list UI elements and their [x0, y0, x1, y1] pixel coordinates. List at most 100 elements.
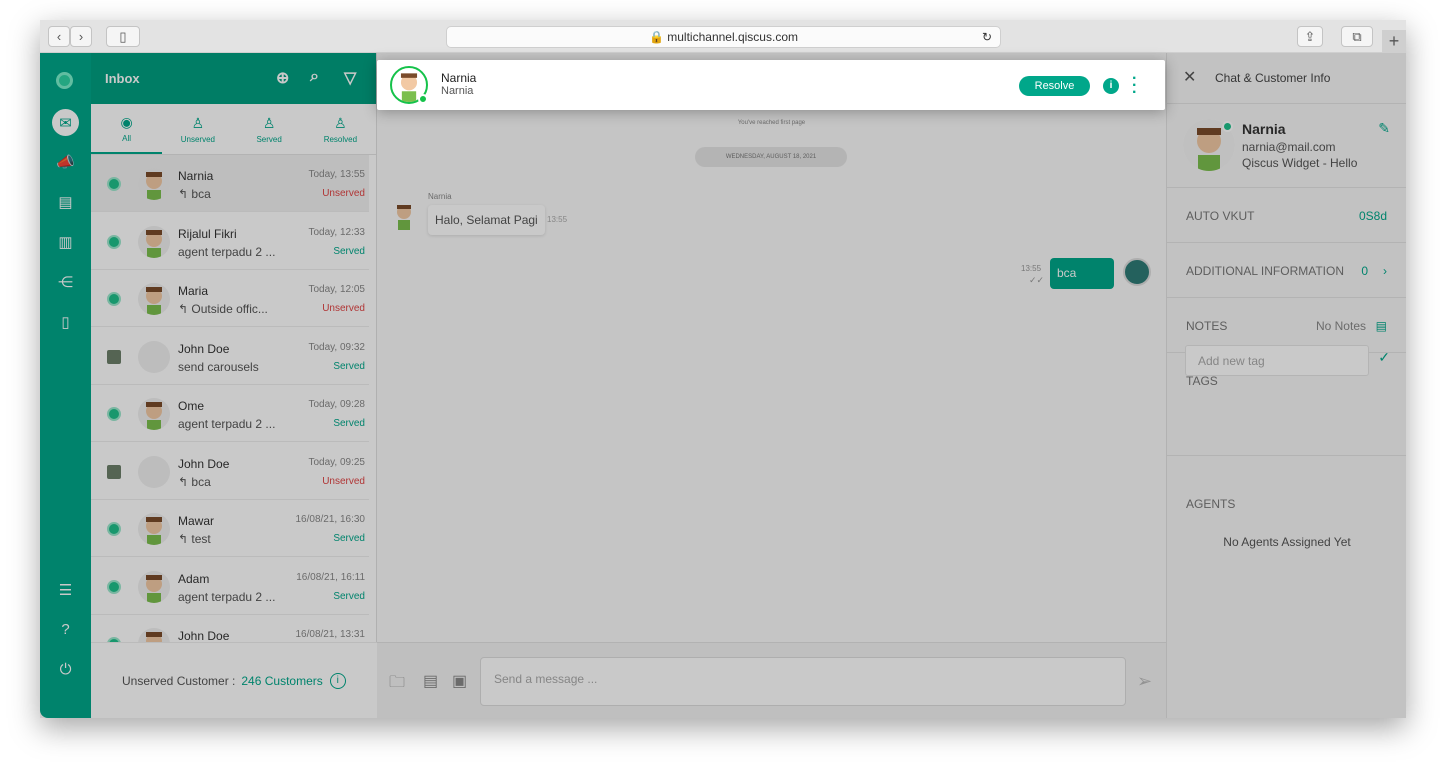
row-status: Served [333, 245, 365, 257]
row-status: Served [333, 590, 365, 602]
conversation-row[interactable]: John Doe send carousels Today, 09:32 Ser… [91, 328, 369, 385]
message-input[interactable]: Send a message ... [480, 657, 1126, 706]
row-name: Maria [178, 284, 209, 298]
conversation-row[interactable]: Maria ↰ Outside offic... Today, 12:05 Un… [91, 270, 369, 327]
conversation-row[interactable]: Rijalul Fikri agent terpadu 2 ... Today,… [91, 213, 369, 270]
channel-icon [107, 464, 121, 479]
more-options-icon[interactable]: · · · [1132, 71, 1137, 101]
row-time: 16/08/21, 16:30 [295, 514, 365, 525]
double-check-icon: ✓✓ [1029, 275, 1045, 285]
reply-icon: ↰ [178, 187, 192, 201]
inbox-title: Inbox [105, 71, 140, 86]
url-text: multichannel.qiscus.com [667, 30, 798, 44]
chat-panel: You've reached first page WEDNESDAY, AUG… [377, 53, 1166, 718]
preview-text: agent terpadu 2 ... [178, 244, 276, 259]
broadcast-nav-icon[interactable]: 📣 [52, 148, 79, 175]
tab-all[interactable]: ◉ All [91, 104, 163, 154]
tab-resolved[interactable]: ♙ Resolved [305, 104, 376, 154]
reply-icon: ↰ [178, 532, 192, 546]
send-icon[interactable]: ➢ [1137, 671, 1152, 692]
additional-info-section[interactable]: ADDITIONAL INFORMATION 0 › [1167, 243, 1406, 298]
auto-vkut-value[interactable]: 0S8d [1359, 209, 1387, 223]
inbox-header: Inbox ⊕ ⌕ ▽ [91, 53, 376, 104]
conversation-row[interactable]: Ome agent terpadu 2 ... Today, 09:28 Ser… [91, 385, 369, 442]
preview-text: agent terpadu 2 ... [178, 417, 276, 431]
conversation-row[interactable]: Narnia ↰ bca Today, 13:55 Unserved [91, 155, 369, 212]
search-icon[interactable]: ⌕ [310, 68, 319, 86]
channel-icon [107, 579, 121, 594]
address-bar[interactable]: 🔒 multichannel.qiscus.com ↻ [446, 26, 1001, 48]
info-icon[interactable]: i [329, 672, 346, 689]
agent-search-icon[interactable]: ⊕ [276, 68, 289, 88]
channel-icon [107, 407, 121, 421]
integration-nav-icon[interactable]: ⋲ [52, 268, 79, 295]
analytics-nav-icon[interactable]: ▥ [52, 228, 79, 255]
avatar [138, 225, 170, 258]
preview-text: bca [191, 187, 211, 201]
tabs-button[interactable]: ⧉ [1341, 26, 1373, 47]
row-name: John Doe [178, 341, 230, 356]
reload-icon[interactable]: ↻ [982, 27, 992, 48]
tab-served[interactable]: ♙ Served [234, 104, 305, 154]
user-alert-icon: ♙ [191, 114, 205, 131]
conversation-row[interactable]: John Doe ↰ bca Today, 09:25 Unserved [91, 443, 369, 500]
chevron-right-icon[interactable]: › [1383, 264, 1387, 278]
avatar [138, 398, 170, 430]
tag-input[interactable]: Add new tag [1185, 345, 1369, 376]
row-preview: ↰ Outside offic... [178, 302, 288, 316]
agents-value: No Agents Assigned Yet [1223, 535, 1351, 549]
incoming-message[interactable]: Halo, Selamat Pagi [428, 205, 545, 235]
folder-icon[interactable]: 🗀 [389, 671, 405, 698]
channel-icon [107, 292, 121, 306]
info-icon[interactable]: i [1103, 78, 1119, 94]
conversation-list: Inbox ⊕ ⌕ ▽ ◉ All ♙ Unserved ♙ Served ♙ Reso… [91, 53, 377, 718]
check-icon[interactable]: ✓ [1378, 349, 1390, 366]
conversation-row[interactable]: Adam agent terpadu 2 ... 16/08/21, 16:11… [91, 558, 369, 615]
notes-label: NOTES [1186, 319, 1228, 333]
filter-icon[interactable]: ▽ [344, 68, 356, 88]
avatar [138, 283, 170, 315]
sidebar-toggle-button[interactable]: ▯ [106, 26, 140, 47]
notes-icon[interactable]: ▤ [1376, 319, 1387, 333]
row-preview: ↰ bca [178, 187, 288, 201]
edit-icon[interactable]: ✎ [1378, 120, 1390, 137]
channel-icon [107, 177, 121, 191]
notes-value: No Notes [1315, 319, 1366, 333]
auto-vkut-label: AUTO VKUT [1186, 209, 1255, 223]
tab-label: Resolved [323, 134, 358, 144]
forward-button[interactable]: › [70, 26, 92, 47]
customer-avatar [397, 205, 411, 230]
browser-toolbar: ‹ › ▯ 🔒 multichannel.qiscus.com ↻ ⇪ ⧉ + [40, 20, 1406, 53]
settings-nav-icon[interactable]: ☰ [52, 576, 79, 603]
template-icon[interactable]: ▤ [423, 671, 438, 691]
agent-avatar [1123, 258, 1151, 286]
power-nav-icon[interactable]: ⏻ [52, 656, 79, 683]
row-name: John Doe [178, 629, 230, 643]
outgoing-message[interactable]: bca [1050, 258, 1114, 289]
resolve-button[interactable]: Resolve [1019, 76, 1090, 96]
avatar [138, 570, 170, 603]
inbox-nav-icon[interactable]: ✉ [52, 109, 79, 136]
unserved-count[interactable]: 246 Customers [241, 674, 322, 688]
share-button[interactable]: ⇪ [1297, 26, 1323, 47]
conversation-row[interactable]: Mawar ↰ test 16/08/21, 16:30 Served [91, 500, 369, 557]
back-button[interactable]: ‹ [48, 26, 70, 47]
row-time: Today, 09:28 [308, 399, 365, 410]
row-name: Adam [178, 571, 210, 586]
row-status: Unserved [322, 303, 365, 314]
avatar [138, 455, 170, 488]
mobile-nav-icon[interactable]: ▯ [52, 308, 79, 335]
help-nav-icon[interactable]: ? [52, 616, 79, 643]
nav-rail: ✉ 📣 ▤ ▥ ⋲ ▯ ☰ ? ⏻ [40, 53, 91, 718]
qiscus-logo [56, 72, 73, 89]
image-icon[interactable]: ▣ [452, 671, 467, 691]
row-time: Today, 12:33 [308, 226, 365, 238]
customer-profile: Narnia narnia@mail.com Qiscus Widget - H… [1167, 104, 1406, 188]
contacts-nav-icon[interactable]: ▤ [52, 188, 79, 215]
new-tab-button[interactable]: + [1382, 30, 1406, 53]
tab-unserved[interactable]: ♙ Unserved [162, 104, 233, 154]
row-time: Today, 12:05 [308, 284, 365, 295]
close-icon[interactable]: ✕ [1183, 67, 1196, 87]
customer-source: Qiscus Widget - Hello [1242, 156, 1358, 170]
row-preview: agent terpadu 2 ... [178, 590, 288, 604]
